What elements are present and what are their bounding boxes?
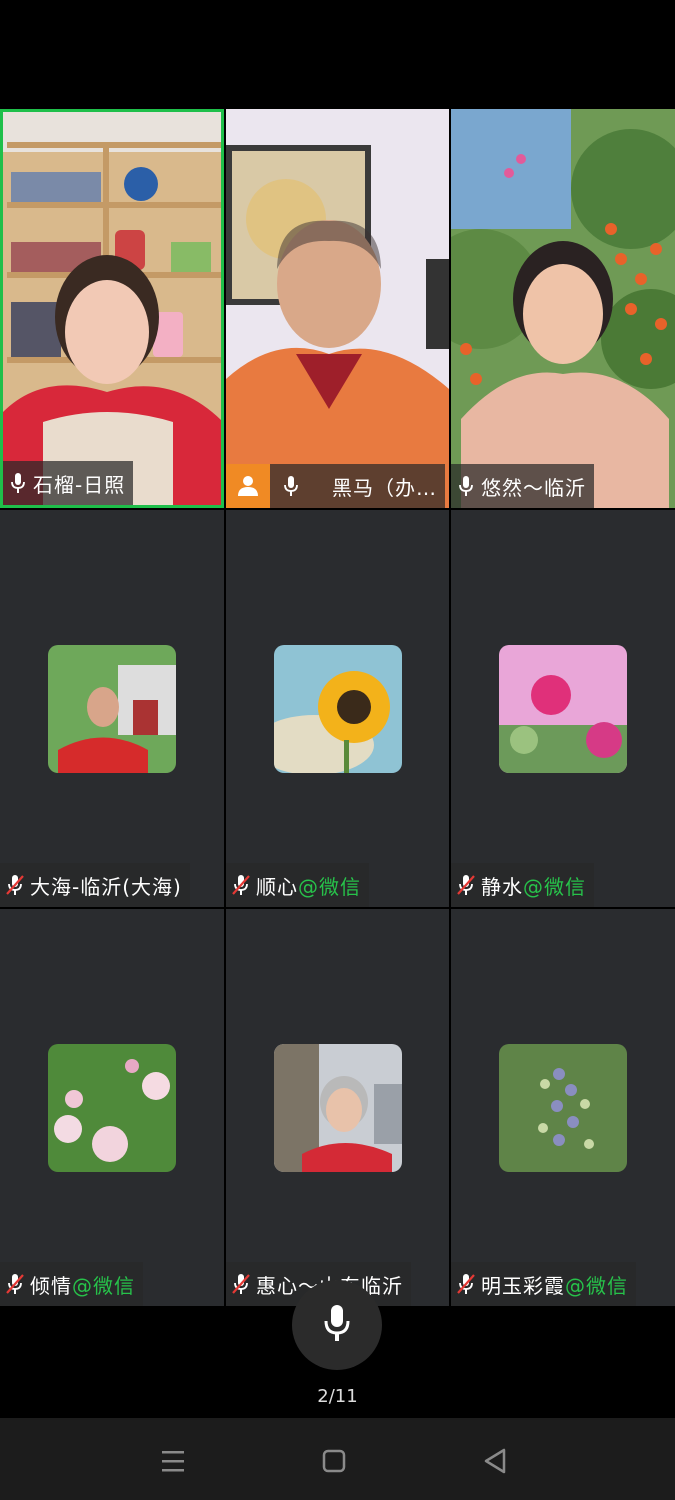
nameplate: 大海-临沂(大海) [0,863,190,907]
nameplate: 顺心 @微信 [226,863,369,907]
avatar-tile-jingshui[interactable]: 静水 @微信 [451,510,675,907]
mic-toggle-button[interactable] [292,1280,382,1370]
microphone-muted-icon [226,863,256,907]
avatar [48,1044,176,1172]
wechat-suffix: @微信 [72,1273,135,1298]
nameplate: 明玉彩霞 @微信 [451,1262,636,1306]
microphone-muted-icon [226,1262,256,1306]
nameplate: 黑马（办… [226,464,445,508]
participant-name: 顺心 [256,874,298,899]
nameplate: 石榴-日照 [3,461,134,505]
square-home-icon[interactable] [317,1444,351,1478]
microphone-icon [276,464,306,508]
participant-video [226,109,449,508]
participant-name: 明玉彩霞 [481,1273,565,1298]
participant-video [451,109,675,508]
microphone-muted-icon [451,1262,481,1306]
microphone-muted-icon [451,863,481,907]
participant-name: 大海-临沂(大海) [30,874,182,899]
microphone-icon [323,1303,351,1347]
participant-video [3,112,221,505]
participant-name: 悠然～临沂 [481,475,586,500]
microphone-icon [3,461,33,505]
participant-name: 静水 [481,874,523,899]
wechat-suffix: @微信 [523,874,586,899]
avatar-tile-huixin[interactable]: 惠心～山东临沂 [226,909,449,1306]
menu-icon[interactable] [156,1444,190,1478]
participant-name: 黑马（办… [332,475,437,500]
video-tile-shiliu[interactable]: 石榴-日照 [0,109,224,508]
avatar [499,645,627,773]
avatar-tile-mingyu[interactable]: 明玉彩霞 @微信 [451,909,675,1306]
microphone-muted-icon [0,863,30,907]
triangle-back-icon[interactable] [478,1444,512,1478]
avatar-tile-dahai[interactable]: 大海-临沂(大海) [0,510,224,907]
microphone-icon [451,464,481,508]
nameplate: 悠然～临沂 [451,464,594,508]
system-navigation-bar [0,1418,675,1500]
participant-name: 石榴-日照 [33,472,126,497]
nameplate: 倾情 @微信 [0,1262,143,1306]
microphone-muted-icon [0,1262,30,1306]
avatar [273,645,402,773]
wechat-suffix: @微信 [565,1273,628,1298]
avatar [48,645,176,773]
host-person-icon [226,464,270,508]
nameplate: 静水 @微信 [451,863,594,907]
wechat-suffix: @微信 [298,874,361,899]
video-tile-heima[interactable]: 黑马（办… [226,109,449,508]
page-indicator: 2/11 [317,1386,358,1407]
avatar [273,1044,402,1172]
avatar-tile-qingqing[interactable]: 倾情 @微信 [0,909,224,1306]
video-tile-youran[interactable]: 悠然～临沂 [451,109,675,508]
avatar [499,1044,627,1172]
avatar-tile-shunxin[interactable]: 顺心 @微信 [226,510,449,907]
participant-name: 倾情 [30,1273,72,1298]
